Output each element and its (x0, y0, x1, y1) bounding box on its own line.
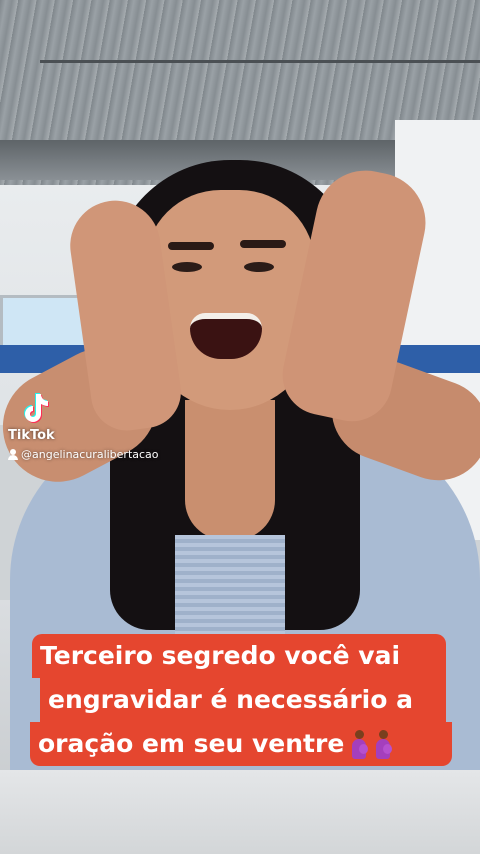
caption-line-2: engravidar é necessário a (40, 678, 446, 722)
left-eyebrow (168, 242, 214, 250)
creator-handle-row[interactable]: @angelinacuralibertacao (8, 448, 159, 461)
shirt-smocking (175, 535, 285, 635)
pregnant-person-icon (350, 730, 369, 760)
roof-truss (40, 0, 480, 63)
user-icon (8, 449, 18, 460)
person-neck (185, 400, 275, 540)
creator-handle: @angelinacuralibertacao (21, 448, 159, 461)
right-eye (244, 262, 274, 272)
caption-overlay: Terceiro segredo você vai engravidar é n… (30, 634, 452, 766)
left-eye (172, 262, 202, 272)
right-eyebrow (240, 240, 286, 248)
tiktok-logo-icon (24, 393, 49, 423)
tiktok-brand-label: TikTok (8, 428, 55, 443)
caption-line-3: oração em seu ventre (30, 722, 452, 766)
table-surface (0, 770, 480, 854)
pregnant-person-icon (374, 730, 393, 760)
caption-line-1: Terceiro segredo você vai (32, 634, 446, 678)
